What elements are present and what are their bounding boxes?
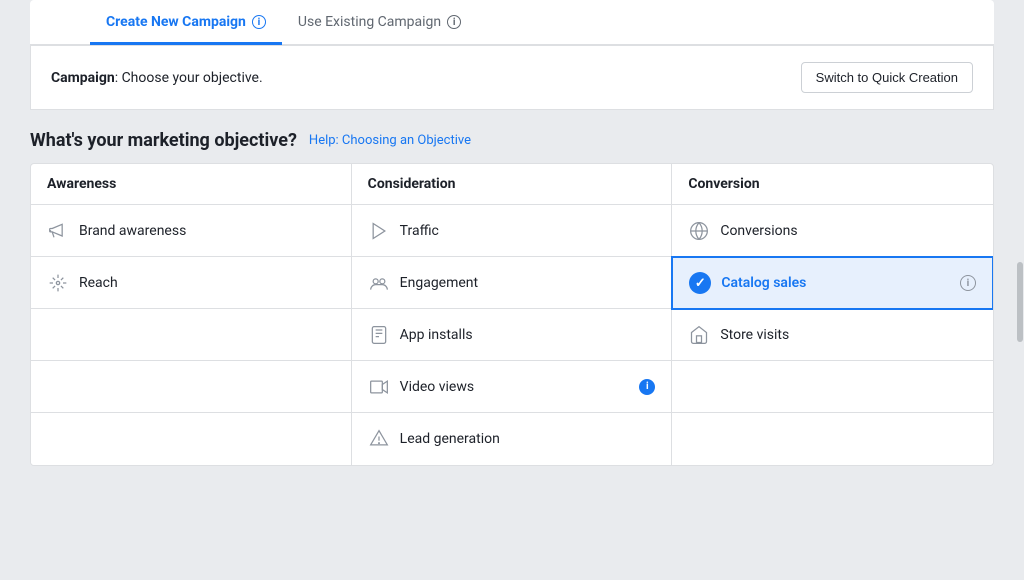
catalog-sales-info-icon[interactable]: i — [960, 275, 976, 291]
campaign-label-bold: Campaign — [51, 70, 115, 86]
cell-conversion-empty2 — [672, 413, 993, 465]
reach-icon — [47, 272, 69, 294]
cell-store-visits[interactable]: Store visits — [672, 309, 993, 361]
tab-use-existing-info-icon: i — [447, 15, 461, 29]
cell-conversions[interactable]: Conversions — [672, 205, 993, 257]
tab-bar: Create New Campaign i Use Existing Campa… — [30, 0, 994, 45]
col-conversion: Conversions Catalog sales i — [672, 205, 993, 465]
objective-title-row: What's your marketing objective? Help: C… — [30, 130, 994, 151]
traffic-icon — [368, 220, 390, 242]
objective-table: Awareness Consideration Conversion — [30, 163, 994, 466]
campaign-label: Campaign: Choose your objective. — [51, 70, 263, 86]
cell-catalog-sales-label: Catalog sales — [721, 275, 806, 291]
scrollbar[interactable] — [1016, 0, 1024, 580]
cell-engagement-label: Engagement — [400, 275, 478, 291]
app-installs-icon — [368, 324, 390, 346]
cell-brand-awareness[interactable]: Brand awareness — [31, 205, 351, 257]
page-wrapper: Create New Campaign i Use Existing Campa… — [0, 0, 1024, 580]
objective-table-header: Awareness Consideration Conversion — [31, 164, 993, 205]
engagement-icon — [368, 272, 390, 294]
cell-lead-generation[interactable]: Lead generation — [352, 413, 672, 465]
cell-reach[interactable]: Reach — [31, 257, 351, 309]
video-views-info-icon[interactable]: i — [639, 379, 655, 395]
lead-generation-icon — [368, 428, 390, 450]
cell-awareness-empty3 — [31, 413, 351, 465]
col-consideration: Traffic Engagement — [352, 205, 673, 465]
tab-create-new-info-icon: i — [252, 15, 266, 29]
campaign-label-suffix: : Choose your objective. — [115, 70, 263, 86]
cell-catalog-sales[interactable]: Catalog sales i — [671, 256, 994, 310]
objective-section-title: What's your marketing objective? — [30, 130, 297, 151]
scrollbar-thumb[interactable] — [1017, 262, 1023, 342]
col-header-awareness: Awareness — [31, 164, 352, 204]
cell-lead-generation-label: Lead generation — [400, 431, 500, 447]
cell-video-views-label: Video views — [400, 379, 474, 395]
col-header-consideration: Consideration — [352, 164, 673, 204]
cell-reach-label: Reach — [79, 275, 118, 291]
cell-video-views[interactable]: Video views i — [352, 361, 672, 413]
campaign-header: Campaign: Choose your objective. Switch … — [30, 45, 994, 110]
video-views-icon — [368, 376, 390, 398]
store-visits-icon — [688, 324, 710, 346]
cell-conversion-empty1 — [672, 361, 993, 413]
cell-app-installs-label: App installs — [400, 327, 473, 343]
cell-traffic[interactable]: Traffic — [352, 205, 672, 257]
cell-store-visits-label: Store visits — [720, 327, 789, 343]
help-link[interactable]: Help: Choosing an Objective — [309, 133, 471, 148]
col-header-conversion: Conversion — [672, 164, 993, 204]
cell-awareness-empty1 — [31, 309, 351, 361]
tab-use-existing-label: Use Existing Campaign — [298, 14, 441, 30]
catalog-sales-check-icon — [689, 272, 711, 294]
cell-app-installs[interactable]: App installs — [352, 309, 672, 361]
cell-awareness-empty2 — [31, 361, 351, 413]
objective-section: What's your marketing objective? Help: C… — [30, 130, 994, 466]
globe-icon — [688, 220, 710, 242]
switch-to-quick-creation-button[interactable]: Switch to Quick Creation — [801, 62, 973, 93]
cell-brand-awareness-label: Brand awareness — [79, 223, 186, 239]
tab-create-new-label: Create New Campaign — [106, 14, 246, 30]
cell-traffic-label: Traffic — [400, 223, 439, 239]
col-awareness: Brand awareness Reach — [31, 205, 352, 465]
cell-engagement[interactable]: Engagement — [352, 257, 672, 309]
megaphone-icon — [47, 220, 69, 242]
cell-conversions-label: Conversions — [720, 223, 797, 239]
tab-use-existing[interactable]: Use Existing Campaign i — [282, 0, 477, 45]
objective-table-body: Brand awareness Reach — [31, 205, 993, 465]
tab-create-new[interactable]: Create New Campaign i — [90, 0, 282, 45]
